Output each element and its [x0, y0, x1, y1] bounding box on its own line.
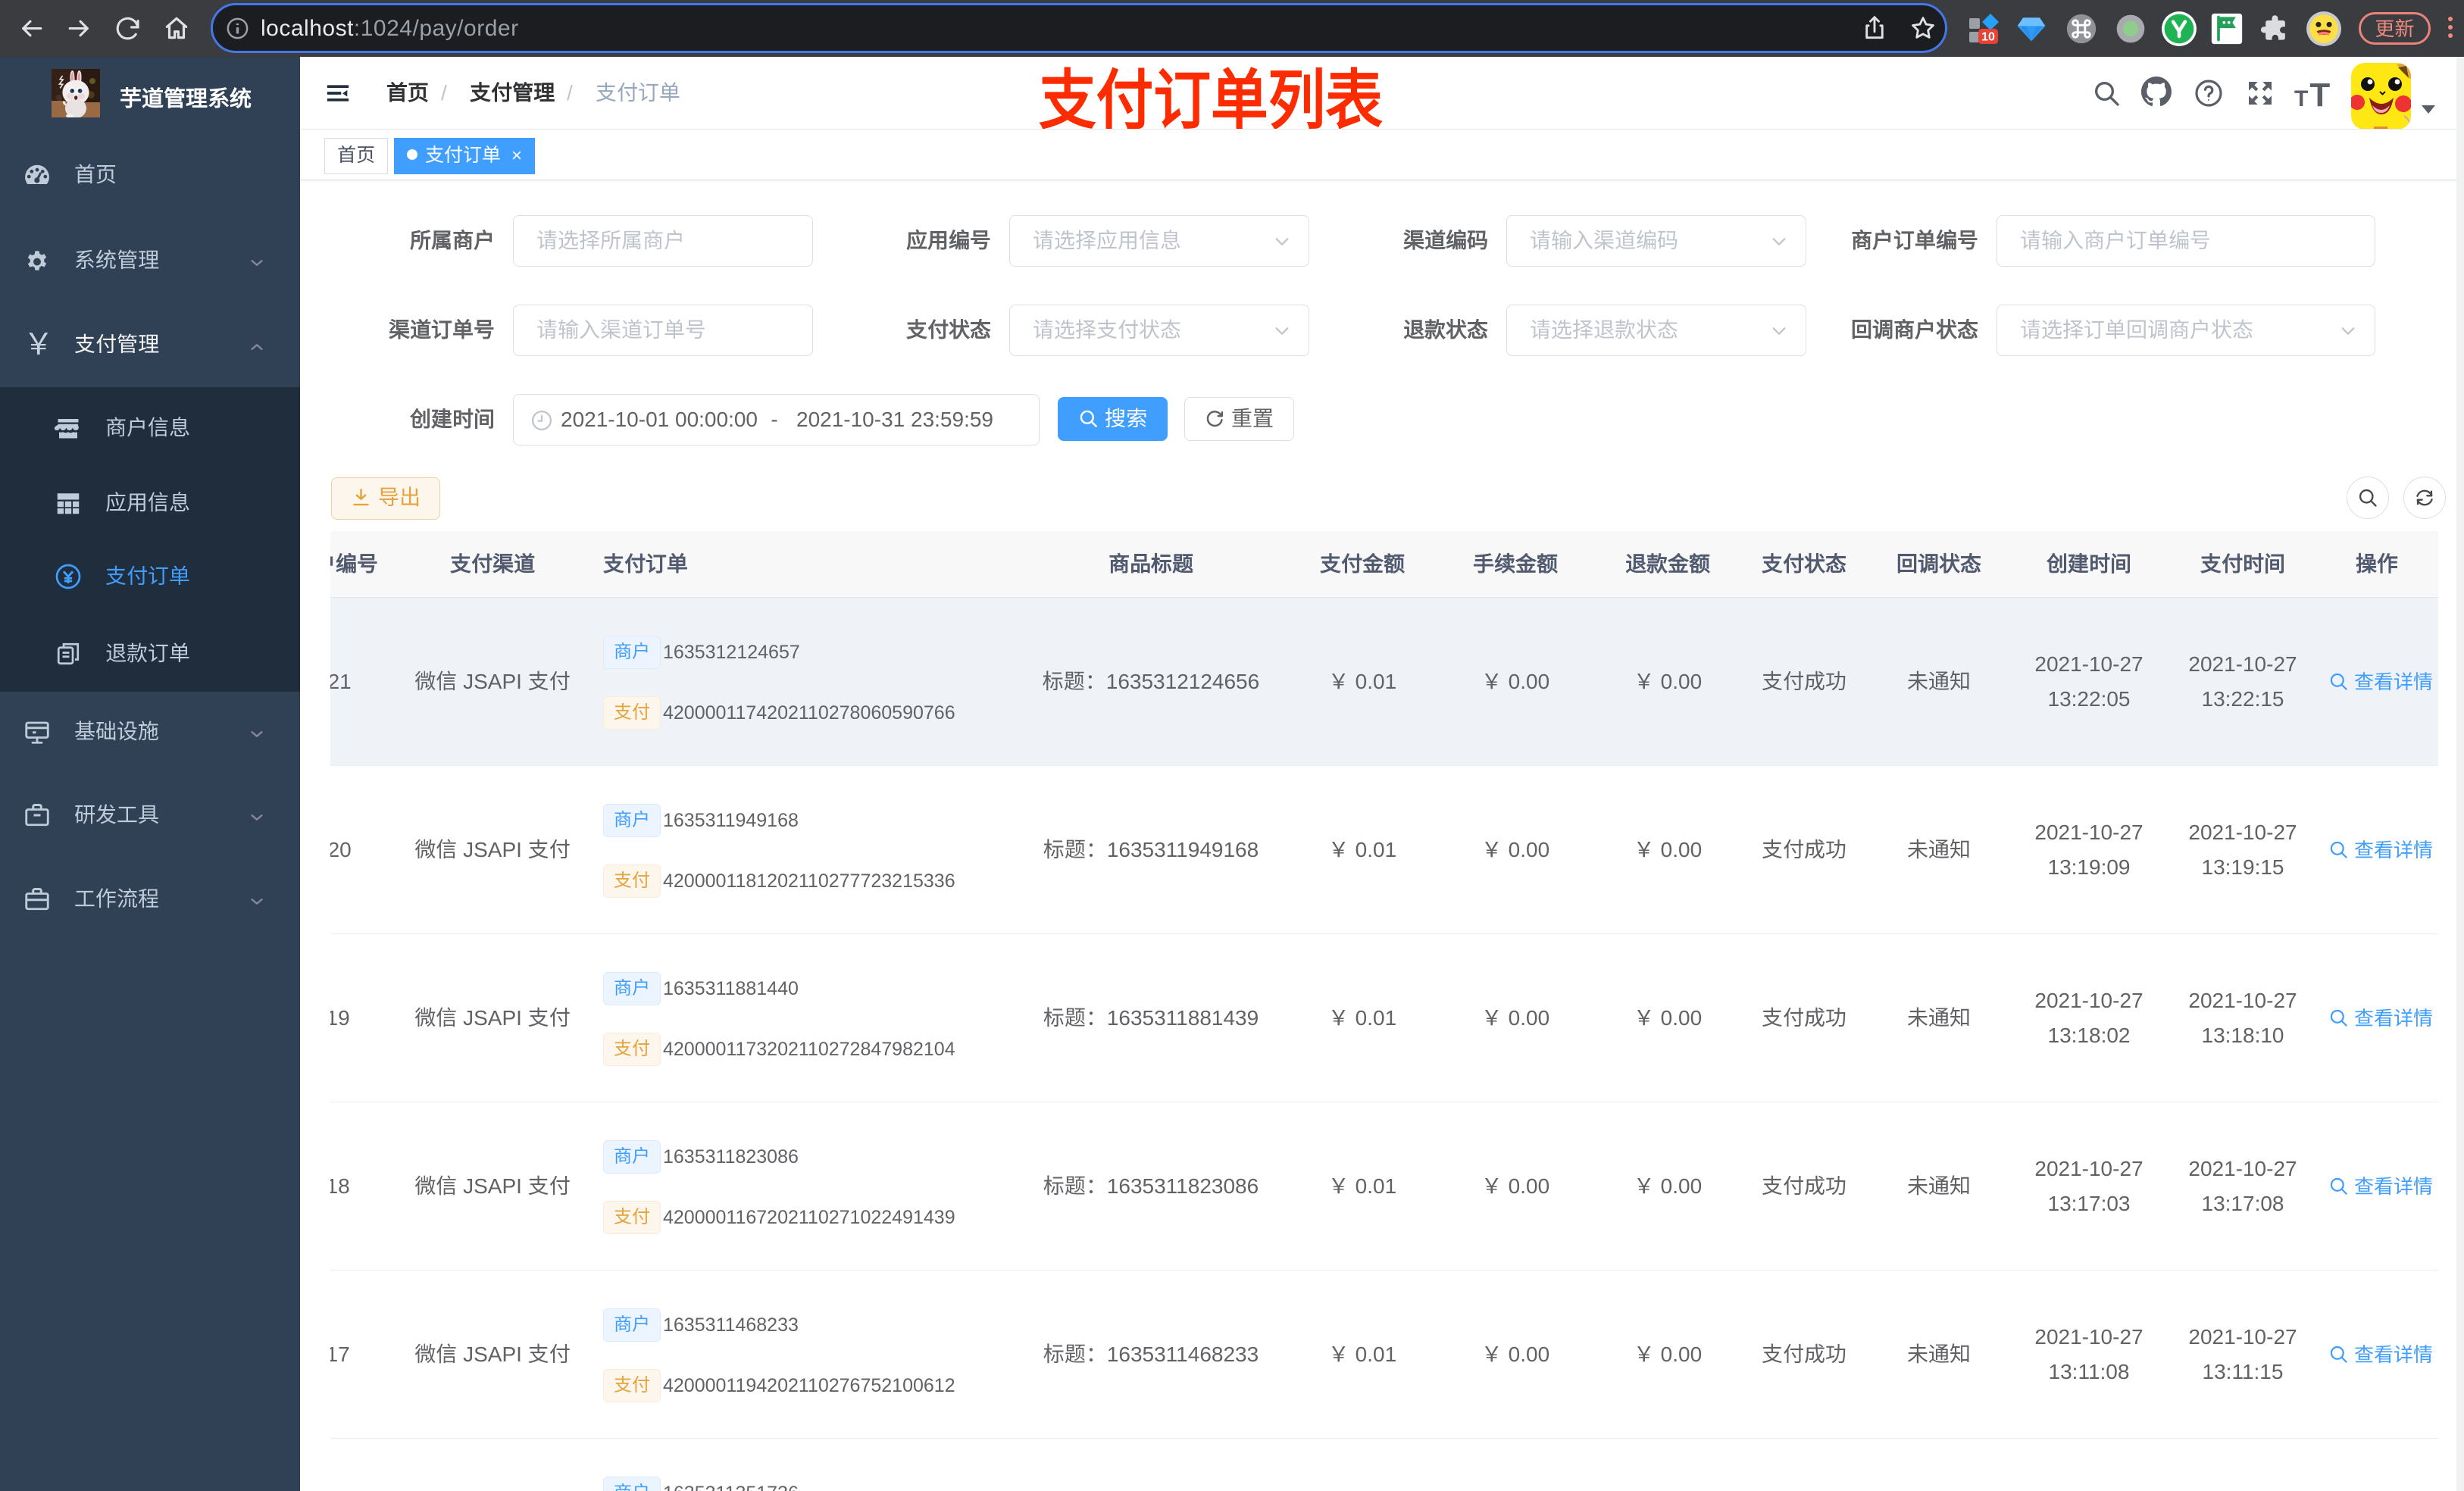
svg-text:10: 10: [1981, 31, 1995, 44]
